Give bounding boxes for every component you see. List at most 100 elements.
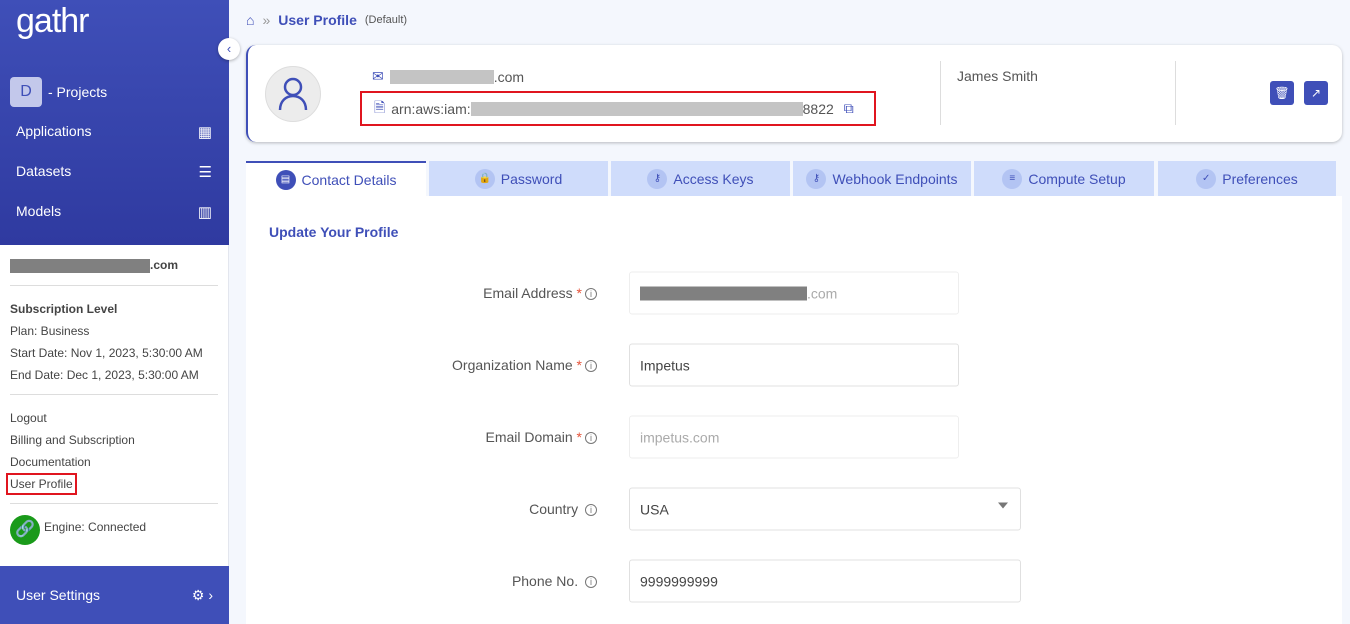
- label-text: Organization Name: [452, 357, 573, 373]
- user-icon: [278, 77, 308, 111]
- required-mark: *: [576, 429, 582, 445]
- user-settings-label: User Settings: [16, 587, 101, 603]
- avatar: [265, 66, 321, 122]
- billing-link[interactable]: Billing and Subscription: [10, 433, 135, 447]
- user-check-icon: ✓: [1196, 168, 1217, 189]
- tab-preferences[interactable]: ✓ Preferences: [1158, 161, 1336, 196]
- tab-label: Preferences: [1222, 170, 1298, 187]
- arn-row: 🗎 arn:aws:iam: 8822 ⧉: [360, 91, 876, 126]
- organization-label: Organization Name * i: [452, 357, 597, 373]
- nav-models[interactable]: Models ▥: [16, 203, 212, 221]
- phone-field[interactable]: 9999999999: [629, 559, 1021, 603]
- breadcrumb: ⌂ » User Profile (Default): [246, 12, 407, 28]
- info-icon[interactable]: i: [585, 504, 597, 517]
- chevron-double-icon: »: [262, 12, 271, 28]
- required-mark: *: [576, 357, 582, 373]
- divider: [940, 61, 941, 125]
- projects-selector[interactable]: D - Projects: [10, 77, 107, 107]
- page-subtitle: (Default): [364, 14, 408, 26]
- tab-contact-details[interactable]: ▤ Contact Details: [246, 161, 426, 196]
- email-suffix: .com: [807, 285, 838, 301]
- info-icon[interactable]: i: [585, 432, 597, 445]
- country-select[interactable]: USA: [629, 487, 1021, 531]
- nav-label: Models: [16, 203, 62, 219]
- email-label: Email Address * i: [483, 285, 597, 301]
- mail-icon: ✉: [372, 68, 384, 84]
- database-icon: ☰: [198, 164, 212, 181]
- logout-link[interactable]: Logout: [10, 411, 47, 425]
- info-icon[interactable]: i: [585, 576, 597, 589]
- subscription-title: Subscription Level: [10, 302, 118, 316]
- organization-name-field[interactable]: Impetus: [629, 343, 959, 387]
- tab-access-keys[interactable]: ⚷ Access Keys: [611, 161, 790, 196]
- label-text: Email Domain: [485, 429, 573, 445]
- collapse-sidebar-button[interactable]: ‹: [218, 38, 240, 60]
- engine-status-text: Engine: Connected: [44, 520, 147, 534]
- email-domain-label: Email Domain * i: [486, 429, 597, 445]
- arn-prefix: arn:aws:iam:: [391, 100, 471, 117]
- tab-password[interactable]: 🔒 Password: [429, 161, 608, 196]
- projects-label: - Projects: [48, 84, 108, 100]
- profile-card: ✉ .com 🗎 arn:aws:iam: 8822 ⧉ James Smith 🗑 ↗: [246, 45, 1342, 142]
- required-mark: *: [576, 285, 582, 301]
- arn-suffix: 8822: [802, 100, 834, 117]
- divider: [1175, 61, 1176, 125]
- key-icon: ⚷: [806, 168, 827, 189]
- plan: Plan: Business: [10, 324, 90, 338]
- tab-webhook-endpoints[interactable]: ⚷ Webhook Endpoints: [793, 161, 971, 196]
- end-date: End Date: Dec 1, 2023, 5:30:00 AM: [10, 368, 199, 382]
- divider: [10, 394, 218, 395]
- email-suffix: .com: [493, 68, 525, 85]
- nav-datasets[interactable]: Datasets ☰: [16, 163, 212, 181]
- divider: [10, 285, 218, 286]
- grid-icon: ▦: [197, 124, 212, 141]
- email-domain-field[interactable]: impetus.com: [629, 415, 959, 459]
- profile-email: ✉ .com: [372, 68, 524, 85]
- label-text: Phone No.: [511, 573, 579, 589]
- profile-name: James Smith: [957, 68, 1038, 84]
- bar-chart-icon: ▥: [197, 204, 212, 221]
- copy-icon[interactable]: ⧉: [844, 100, 854, 117]
- user-gear-icon: ⚙ ›: [191, 586, 213, 603]
- project-avatar: D: [10, 77, 42, 107]
- form-title: Update Your Profile: [269, 224, 399, 240]
- nav-label: Datasets: [16, 163, 72, 179]
- contact-details-panel: Update Your Profile Email Address * i .co…: [246, 196, 1342, 624]
- tab-compute-setup[interactable]: ≡ Compute Setup: [974, 161, 1154, 196]
- user-settings-button[interactable]: User Settings ⚙ ›: [0, 566, 229, 624]
- home-icon[interactable]: ⌂: [246, 12, 254, 28]
- country-value: USA: [640, 501, 669, 517]
- external-link-icon: ↗: [1310, 86, 1322, 100]
- documentation-link[interactable]: Documentation: [10, 455, 91, 469]
- sidebar: gathr D - Projects Applications ▦ Datasets…: [0, 0, 229, 624]
- document-icon: 🗎: [374, 98, 386, 115]
- server-icon: ≡: [1002, 168, 1023, 189]
- email-field[interactable]: .com: [629, 271, 959, 315]
- open-external-button[interactable]: ↗: [1304, 81, 1328, 105]
- user-profile-link[interactable]: User Profile: [6, 473, 77, 495]
- link-icon: 🔗: [10, 515, 40, 545]
- email-suffix: .com: [150, 258, 179, 272]
- tab-label: Password: [500, 170, 563, 187]
- engine-status: 🔗 Engine: Connected: [10, 515, 146, 545]
- country-label: Country i: [529, 501, 597, 517]
- info-icon[interactable]: i: [585, 360, 597, 373]
- gathr-logo: gathr: [16, 2, 89, 40]
- start-date: Start Date: Nov 1, 2023, 5:30:00 AM: [10, 346, 203, 360]
- caret-down-icon: [998, 502, 1008, 509]
- tab-label: Webhook Endpoints: [832, 170, 958, 187]
- tab-label: Contact Details: [301, 171, 397, 188]
- phone-label: Phone No. i: [512, 573, 597, 589]
- nav-applications[interactable]: Applications ▦: [16, 123, 212, 141]
- nav-label: Applications: [16, 123, 92, 139]
- tab-label: Access Keys: [673, 170, 754, 187]
- user-lock-icon: 🔒: [474, 168, 495, 189]
- key-icon: ⚷: [647, 168, 668, 189]
- delete-button[interactable]: 🗑: [1270, 81, 1294, 105]
- info-icon[interactable]: i: [585, 288, 597, 301]
- tab-label: Compute Setup: [1028, 170, 1126, 187]
- label-text: Email Address: [483, 285, 573, 301]
- page-title: User Profile: [278, 12, 357, 28]
- user-email: .com: [10, 258, 178, 273]
- contact-card-icon: ▤: [275, 169, 296, 190]
